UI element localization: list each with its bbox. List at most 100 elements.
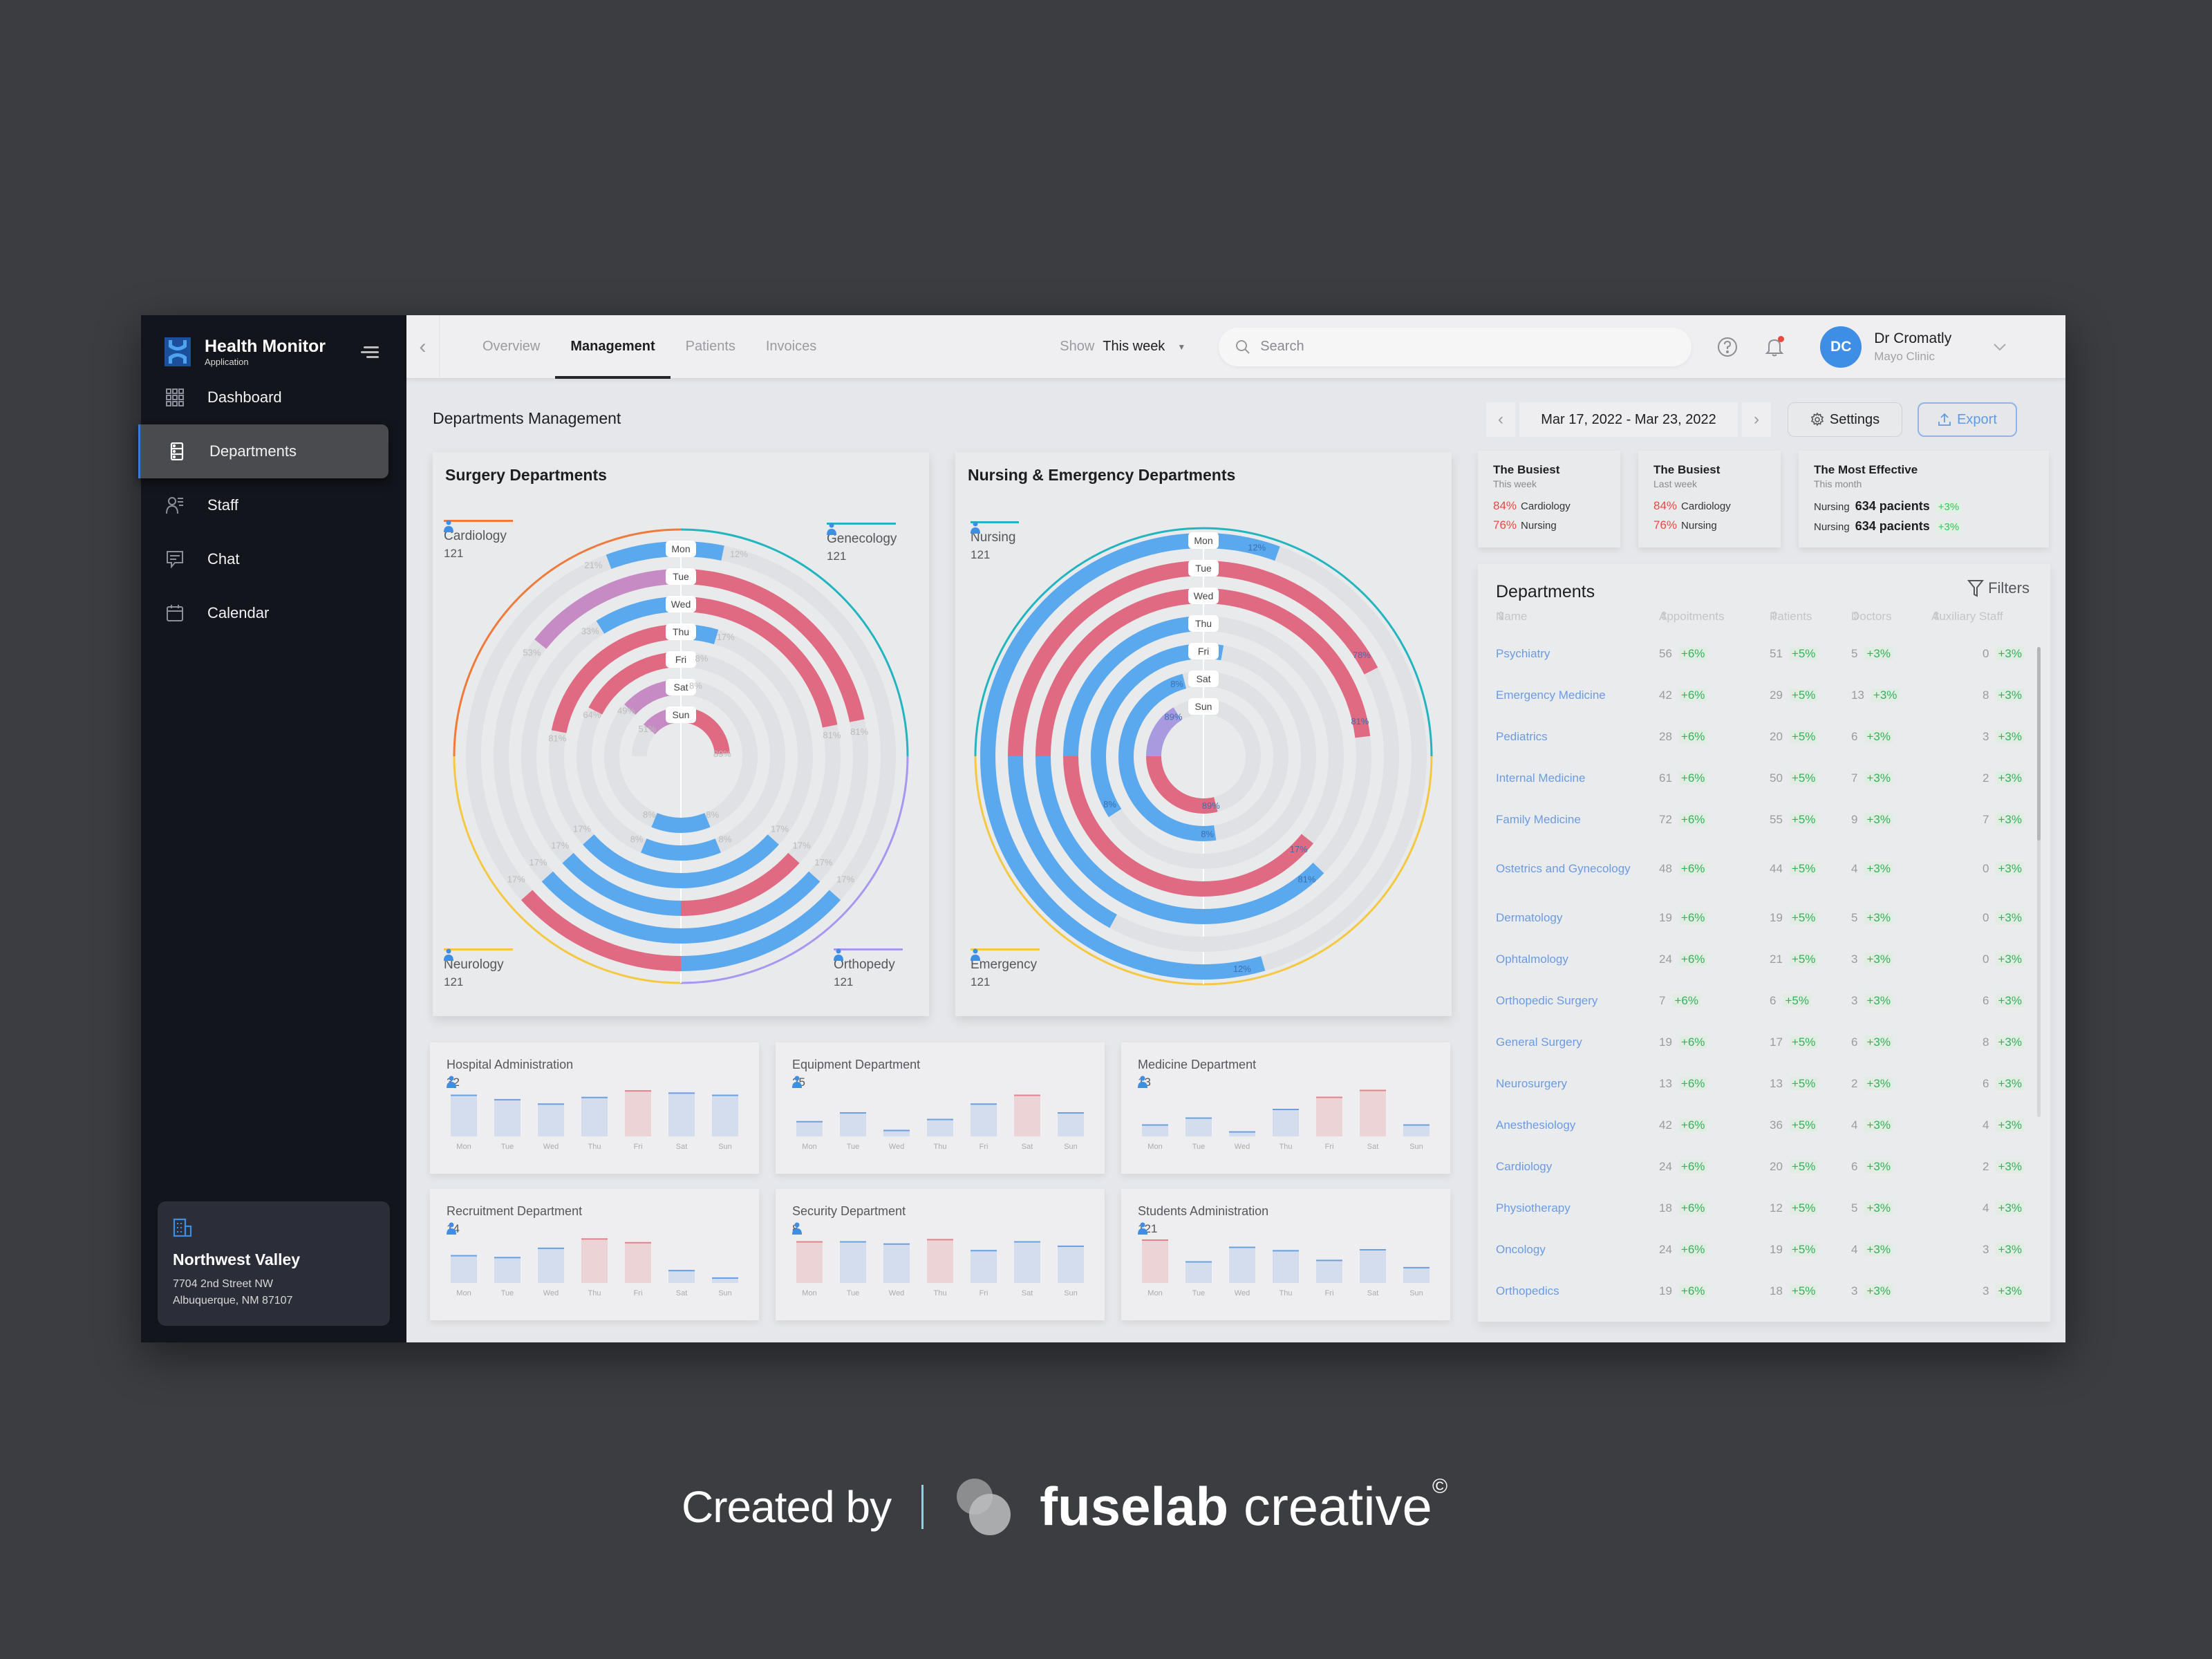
next-week-button[interactable]: › (1742, 402, 1771, 437)
department-name-link[interactable]: Emergency Medicine (1496, 687, 1641, 704)
search-box[interactable] (1219, 327, 1692, 366)
table-row[interactable]: General Surgery 19 +6% 17 +5% 6 +3% 8 +3% (1496, 1022, 2030, 1063)
calendar-icon (167, 605, 183, 621)
table-row[interactable]: Pediatrics 28 +6% 20 +5% 6 +3% 3 +3% (1496, 716, 2030, 758)
legend-neurology: Neurology 121 (444, 948, 513, 989)
department-name-link[interactable]: Physiotherapy (1496, 1200, 1641, 1217)
table-row[interactable]: Emergency Medicine 42 +6% 29 +5% 13 +3% 8 +3% (1496, 675, 2030, 716)
mini-chart-card[interactable]: Mon Tue Wed Thu Fri Sat Sun Hospital Administr… (430, 1042, 759, 1174)
tab-patients[interactable]: Patients (671, 315, 751, 379)
table-row[interactable]: Neurosurgery 13 +6% 13 +5% 2 +3% 6 +3% (1496, 1063, 2030, 1105)
pct-label: 8% (719, 834, 732, 845)
stat-pct: 76% (1493, 518, 1517, 532)
date-range[interactable]: Mar 17, 2022 - Mar 23, 2022 (1519, 402, 1738, 437)
period-select[interactable]: Show This week ▼ (1060, 339, 1185, 355)
mini-chart-card[interactable]: Mon Tue Wed Thu Fri Sat Sun Security Departmen… (776, 1189, 1105, 1320)
department-name-link[interactable]: Internal Medicine (1496, 770, 1641, 787)
table-row[interactable]: Dermatology 19 +6% 19 +5% 5 +3% 0 +3% (1496, 897, 2030, 939)
sidebar-item-departments[interactable]: Departments (138, 424, 388, 478)
change-badge: +5% (1783, 994, 1811, 1007)
search-input[interactable] (1260, 339, 1648, 355)
department-name-link[interactable]: Family Medicine (1496, 812, 1641, 828)
settings-button[interactable]: Settings (1788, 402, 1902, 437)
pct-label: 8% (643, 809, 656, 820)
change-badge: +3% (1996, 911, 2024, 924)
sidebar-item-staff[interactable]: Staff (141, 478, 406, 532)
department-name-link[interactable]: Psychiatry (1496, 646, 1641, 662)
bar-mon (1142, 1239, 1168, 1283)
table-scrollbar[interactable] (2037, 647, 2041, 1117)
pct-label: 89% (713, 749, 731, 759)
bar-cap (1273, 1109, 1299, 1110)
change-badge: +6% (1678, 730, 1707, 743)
notifications-button[interactable] (1763, 335, 1785, 358)
location-name: Northwest Valley (173, 1250, 301, 1268)
location-card[interactable]: Northwest Valley 7704 2nd Street NW Albu… (158, 1201, 390, 1326)
column-header-doctors[interactable]: Doctors ⇕ (1851, 610, 1892, 624)
user-info[interactable]: Dr Cromatly Mayo Clinic (1874, 330, 1951, 364)
filters-button[interactable]: Filters (1967, 579, 2030, 597)
bar-sun (1058, 1112, 1084, 1136)
mini-chart-card[interactable]: Mon Tue Wed Thu Fri Sat Sun Medicine Departmen… (1121, 1042, 1450, 1174)
bar-cap (796, 1241, 823, 1243)
column-header-aux-staff[interactable]: Auxiliary Staff ⇕ (1931, 610, 2003, 624)
bar-cap (451, 1094, 477, 1096)
department-name-link[interactable]: Cardiology (1496, 1159, 1641, 1175)
department-name-link[interactable]: Anesthesiology (1496, 1117, 1641, 1134)
day-label: Sun (1195, 701, 1212, 712)
chevron-down-icon[interactable] (1993, 343, 2007, 351)
table-row[interactable]: Orthopedics 19 +6% 18 +5% 3 +3% 3 +3% (1496, 1271, 2030, 1312)
table-row[interactable]: Cardiology 24 +6% 20 +5% 6 +3% 2 +3% (1496, 1146, 2030, 1188)
patients-cell: 21 +5% (1770, 953, 1818, 966)
period-value: This week (1103, 339, 1165, 354)
sidebar-item-chat[interactable]: Chat (141, 532, 406, 586)
department-name-link[interactable]: Neurosurgery (1496, 1076, 1641, 1092)
sidebar-item-calendar[interactable]: Calendar (141, 586, 406, 640)
scrollbar-thumb[interactable] (2037, 647, 2041, 841)
prev-week-button[interactable]: ‹ (1486, 402, 1515, 437)
table-row[interactable]: Internal Medicine 61 +6% 50 +5% 7 +3% 2 +3% (1496, 758, 2030, 799)
change-badge: +3% (1864, 1243, 1893, 1256)
column-header-name[interactable]: Name ⇕ (1496, 610, 1527, 624)
help-icon[interactable] (1716, 336, 1738, 358)
app-subtitle: Application (205, 357, 249, 367)
department-name-link[interactable]: Pediatrics (1496, 729, 1641, 745)
mini-chart-card[interactable]: Mon Tue Wed Thu Fri Sat Sun Recruitment Depart… (430, 1189, 759, 1320)
table-row[interactable]: Orthopedic Surgery 7 +6% 6 +5% 3 +3% 6 +3% (1496, 980, 2030, 1022)
table-row[interactable]: Oncology 24 +6% 19 +5% 4 +3% 3 +3% (1496, 1229, 2030, 1271)
export-button[interactable]: Export (1918, 402, 2017, 437)
day-label: Sun (673, 709, 690, 720)
department-name-link[interactable]: Ophtalmology (1496, 951, 1641, 968)
department-name-link[interactable]: Orthopedic Surgery (1496, 993, 1641, 1009)
aux-staff-value: 3 (1983, 1284, 1989, 1297)
legend-genecology: Genecology 121 (827, 523, 897, 563)
tab-overview[interactable]: Overview (467, 315, 555, 379)
department-name-link[interactable]: Dermatology (1496, 910, 1641, 926)
column-header-patients[interactable]: Patients ⇕ (1770, 610, 1812, 624)
aux-staff-cell: 4 +3% (1983, 1118, 2024, 1132)
tab-invoices[interactable]: Invoices (751, 315, 832, 379)
day-label: Tue (1195, 563, 1212, 574)
table-row[interactable]: Family Medicine 72 +6% 55 +5% 9 +3% 7 +3% (1496, 799, 2030, 841)
department-name-link[interactable]: Orthopedics (1496, 1283, 1641, 1300)
appointments-value: 48 (1659, 862, 1672, 875)
sidebar-item-dashboard[interactable]: Dashboard (141, 371, 406, 424)
change-badge: +6% (1678, 1077, 1707, 1090)
table-row[interactable]: Physiotherapy 18 +6% 12 +5% 5 +3% 4 +3% (1496, 1188, 2030, 1229)
back-button[interactable]: ‹ (406, 315, 440, 379)
avatar[interactable]: DC (1820, 326, 1862, 368)
table-row[interactable]: Anesthesiology 42 +6% 36 +5% 4 +3% 4 +3% (1496, 1105, 2030, 1146)
department-name-link[interactable]: Oncology (1496, 1241, 1641, 1258)
table-row[interactable]: Ophtalmology 24 +6% 21 +5% 3 +3% 0 +3% (1496, 939, 2030, 980)
department-name-link[interactable]: Ostetrics and Gynecology (1496, 861, 1641, 877)
tab-management[interactable]: Management (555, 315, 671, 379)
mini-chart-card[interactable]: Mon Tue Wed Thu Fri Sat Sun Equipment Departme… (776, 1042, 1105, 1174)
department-name-link[interactable]: General Surgery (1496, 1034, 1641, 1051)
column-header-appointments[interactable]: Appoitments ⇕ (1659, 610, 1725, 624)
mini-chart-card[interactable]: Mon Tue Wed Thu Fri Sat Sun Students Administr… (1121, 1189, 1450, 1320)
table-row[interactable]: Psychiatry 56 +6% 51 +5% 5 +3% 0 +3% (1496, 633, 2030, 675)
table-row[interactable]: Ostetrics and Gynecology 48 +6% 44 +5% 4 +3% 0 +… (1496, 841, 2030, 897)
day-label: Fri (1198, 646, 1209, 657)
change-badge: +3% (1996, 1243, 2024, 1256)
menu-toggle-icon[interactable] (361, 344, 379, 361)
